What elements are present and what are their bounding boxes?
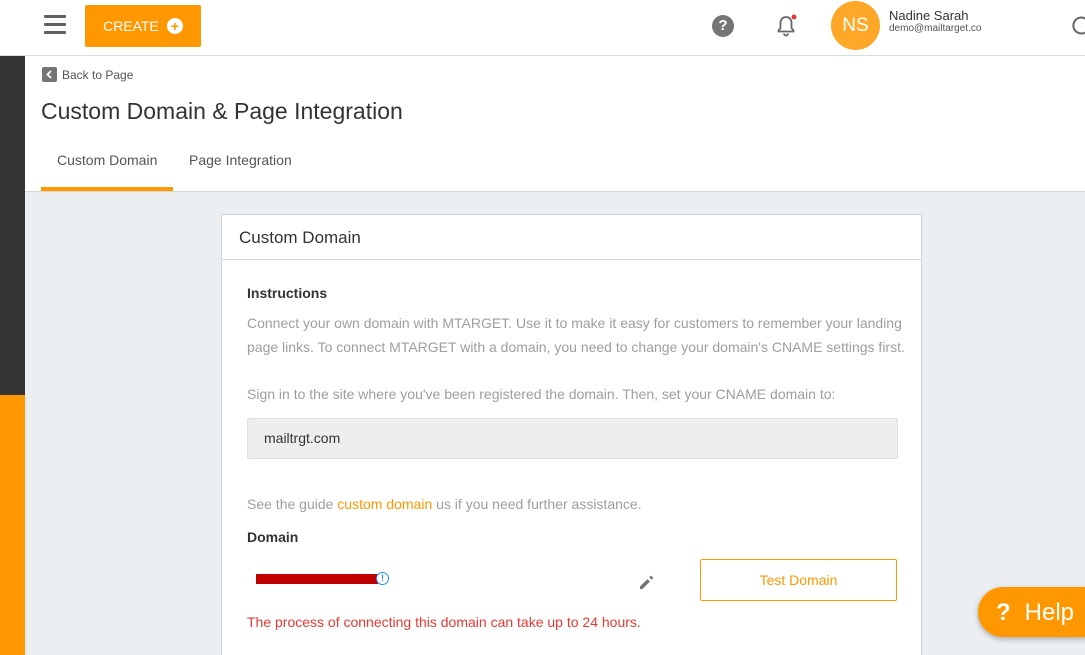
card-title: Custom Domain xyxy=(239,228,361,247)
avatar[interactable]: NS xyxy=(831,1,880,50)
custom-domain-card: Custom Domain Instructions Connect your … xyxy=(221,214,922,655)
create-button[interactable]: CREATE + xyxy=(85,5,201,47)
user-name: Nadine Sarah xyxy=(889,8,969,23)
instructions-text: Connect your own domain with MTARGET. Us… xyxy=(247,315,905,355)
guide-prefix: See the guide xyxy=(247,496,338,512)
guide-suffix: us if you need further assistance. xyxy=(432,496,642,512)
back-link-label: Back to Page xyxy=(62,67,134,82)
page-title: Custom Domain & Page Integration xyxy=(41,98,403,124)
notification-bell-icon[interactable] xyxy=(774,14,798,38)
test-domain-button[interactable]: Test Domain xyxy=(700,559,897,601)
tab-page-integration[interactable]: Page Integration xyxy=(189,152,292,168)
question-icon: ? xyxy=(996,599,1011,626)
domain-heading: Domain xyxy=(247,529,299,545)
instructions-heading: Instructions xyxy=(247,285,328,301)
refresh-icon[interactable] xyxy=(1072,14,1085,36)
cname-instruction: Sign in to the site where you've been re… xyxy=(247,386,836,402)
redaction-bar xyxy=(256,574,378,584)
user-email: demo@mailtarget.co xyxy=(889,23,982,34)
cname-value-field: mailtrgt.com xyxy=(247,418,898,459)
help-icon[interactable]: ? xyxy=(712,15,734,37)
tab-custom-domain[interactable]: Custom Domain xyxy=(57,152,157,168)
back-to-page-link[interactable]: Back to Page xyxy=(42,67,133,82)
menu-icon[interactable] xyxy=(44,15,66,37)
plus-icon: + xyxy=(166,18,183,34)
left-sidebar-accent xyxy=(0,395,25,655)
create-button-label: CREATE xyxy=(103,18,159,34)
page-header: Back to Page Custom Domain & Page Integr… xyxy=(25,56,1085,192)
top-bar: CREATE + ? NS Nadine Sarah demo@mailtarg… xyxy=(0,0,1085,56)
connection-warning: The process of connecting this domain ca… xyxy=(247,614,641,630)
guide-line: See the guide custom domain us if you ne… xyxy=(247,496,642,512)
custom-domain-guide-link[interactable]: custom domain xyxy=(337,496,432,512)
help-button[interactable]: ? Help xyxy=(978,587,1085,637)
help-label: Help xyxy=(1024,599,1075,626)
edit-pencil-icon[interactable] xyxy=(638,573,656,591)
card-divider xyxy=(222,259,921,260)
chevron-left-icon xyxy=(42,67,57,82)
active-tab-indicator xyxy=(41,187,173,191)
info-icon[interactable]: ! xyxy=(376,572,389,585)
